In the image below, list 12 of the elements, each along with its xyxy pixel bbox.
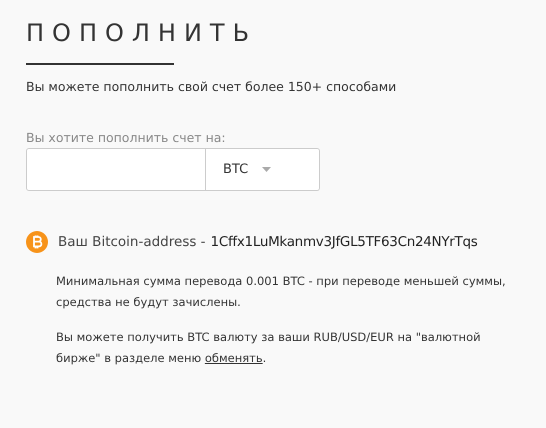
field-label: Вы хотите пополнить счет на:: [26, 130, 226, 145]
bitcoin-address: 1Cffx1LuMkanmv3JfGL5TF63Cn24NYrTqs: [210, 234, 478, 250]
amount-input[interactable]: [26, 148, 206, 191]
note-text: Минимальная сумма перевода 0.001 BTC - при переводе меньшей суммы, средства не будут зачислены.: [56, 273, 507, 311]
currency-dropdown[interactable]: BTC: [206, 148, 320, 191]
caret-icon: [262, 167, 272, 172]
bitcoin-icon: [26, 231, 48, 253]
subtitle: Вы можете пополнить свой счет более 150+ способами: [26, 79, 396, 94]
exchange-link[interactable]: обменять: [204, 351, 263, 365]
address-label: Ваш Bitcoin-address -: [58, 234, 206, 250]
page-title: ПОПОЛНИТЬ: [26, 18, 258, 49]
note-text: Вы можете получить BTC валюту за ваши RUB/USD/EUR на "валютной бирже" в разделе меню обменять.: [56, 329, 482, 367]
